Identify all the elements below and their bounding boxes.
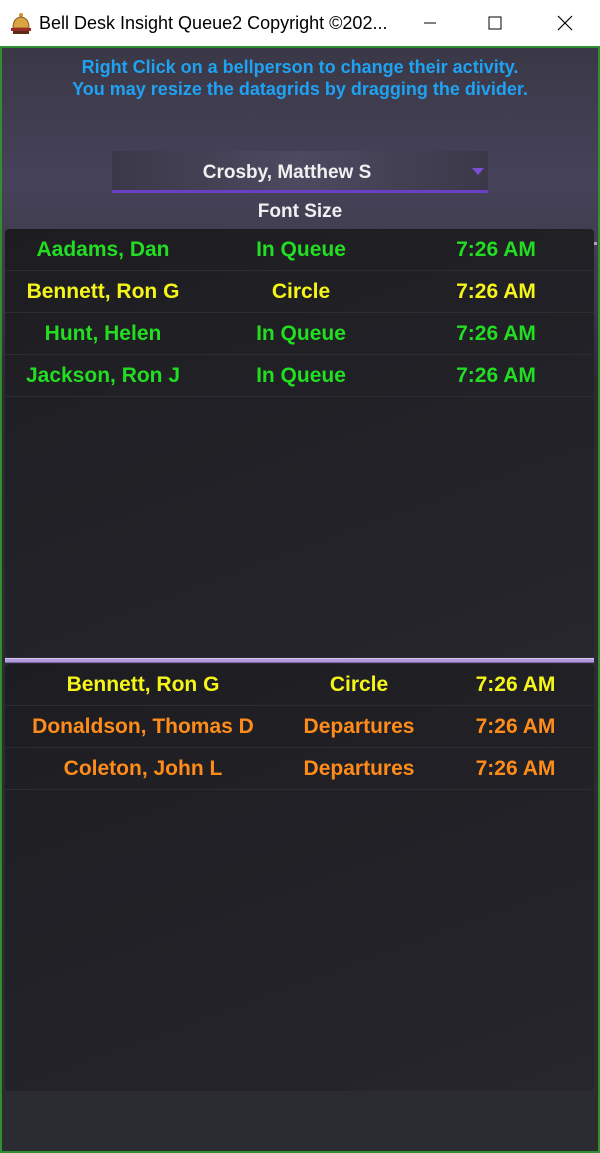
- activity-cell[interactable]: In Queue: [201, 364, 401, 388]
- instruction-line-1: Right Click on a bellperson to change th…: [81, 57, 519, 77]
- time-cell[interactable]: 7:26 AM: [401, 238, 591, 262]
- bellperson-name[interactable]: Jackson, Ron J: [5, 364, 201, 388]
- queue-datagrid[interactable]: Aadams, Dan In Queue 7:26 AM Bennett, Ro…: [5, 229, 594, 657]
- time-cell[interactable]: 7:26 AM: [401, 280, 591, 304]
- instruction-line-2: You may resize the datagrids by dragging…: [72, 79, 528, 99]
- time-cell[interactable]: 7:26 AM: [401, 364, 591, 388]
- activity-cell[interactable]: Departures: [281, 757, 437, 781]
- activity-cell[interactable]: Circle: [201, 280, 401, 304]
- table-row[interactable]: Coleton, John L Departures 7:26 AM: [5, 748, 594, 790]
- instructions: Right Click on a bellperson to change th…: [2, 56, 598, 100]
- time-cell[interactable]: 7:26 AM: [437, 673, 594, 697]
- activity-cell[interactable]: Departures: [281, 715, 437, 739]
- activity-cell[interactable]: Circle: [281, 673, 437, 697]
- title-bar[interactable]: Bell Desk Insight Queue2 Copyright ©202.…: [0, 0, 600, 46]
- minimize-icon: [424, 22, 436, 24]
- bellperson-name[interactable]: Donaldson, Thomas D: [5, 715, 281, 739]
- table-row[interactable]: Bennett, Ron G Circle 7:26 AM: [5, 271, 594, 313]
- bellperson-dropdown[interactable]: Crosby, Matthew S: [112, 151, 488, 193]
- bell-icon: [11, 13, 31, 34]
- time-cell[interactable]: 7:26 AM: [437, 757, 594, 781]
- maximize-button[interactable]: [472, 0, 518, 46]
- bellperson-name[interactable]: Hunt, Helen: [5, 322, 201, 346]
- table-row[interactable]: Bennett, Ron G Circle 7:26 AM: [5, 664, 594, 706]
- chevron-down-icon[interactable]: [472, 168, 484, 176]
- activity-cell[interactable]: In Queue: [201, 322, 401, 346]
- bellperson-name[interactable]: Coleton, John L: [5, 757, 281, 781]
- bellperson-name[interactable]: Bennett, Ron G: [5, 280, 201, 304]
- font-size-label: Font Size: [257, 201, 343, 222]
- table-row[interactable]: Hunt, Helen In Queue 7:26 AM: [5, 313, 594, 355]
- close-icon: [557, 15, 573, 31]
- table-row[interactable]: Aadams, Dan In Queue 7:26 AM: [5, 229, 594, 271]
- maximize-icon: [488, 16, 502, 30]
- activity-cell[interactable]: In Queue: [201, 238, 401, 262]
- dropdown-selected-value: Crosby, Matthew S: [202, 162, 372, 183]
- activity-datagrid[interactable]: Bennett, Ron G Circle 7:26 AM Donaldson,…: [5, 664, 594, 1091]
- bellperson-name[interactable]: Aadams, Dan: [5, 238, 201, 262]
- table-row[interactable]: Donaldson, Thomas D Departures 7:26 AM: [5, 706, 594, 748]
- bellperson-name[interactable]: Bennett, Ron G: [5, 673, 281, 697]
- table-row[interactable]: Jackson, Ron J In Queue 7:26 AM: [5, 355, 594, 397]
- minimize-button[interactable]: [407, 0, 453, 46]
- window-title: Bell Desk Insight Queue2 Copyright ©202.…: [39, 13, 388, 33]
- time-cell[interactable]: 7:26 AM: [401, 322, 591, 346]
- grid-divider[interactable]: [5, 658, 594, 663]
- time-cell[interactable]: 7:26 AM: [437, 715, 594, 739]
- close-button[interactable]: [542, 0, 588, 46]
